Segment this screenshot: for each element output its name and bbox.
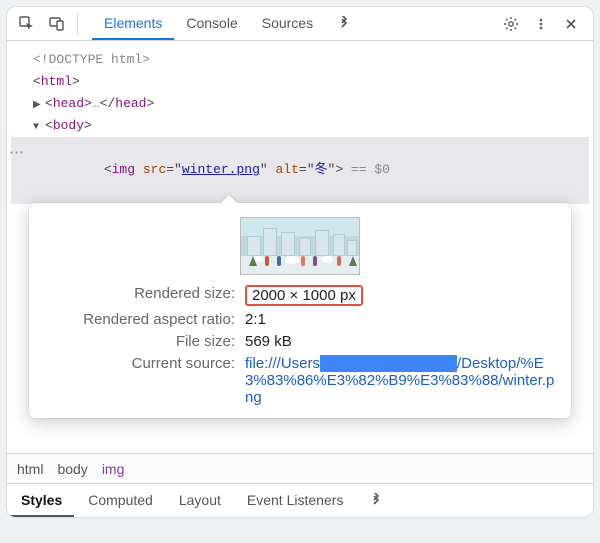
value-aspect-ratio: 2:1	[245, 311, 555, 328]
dom-tree[interactable]: <!DOCTYPE html> <html> ▶<head>…</head> ▼…	[7, 41, 593, 214]
breadcrumb: html body img	[7, 453, 593, 483]
divider	[77, 13, 78, 35]
value-current-source[interactable]: file:///Usersxxxxxxxxxxxxxxxxxx/Desktop/…	[245, 355, 555, 406]
styles-tabs: Styles Computed Layout Event Listeners	[7, 483, 593, 517]
device-toggle-icon[interactable]	[43, 10, 71, 38]
crumb-html[interactable]: html	[17, 461, 43, 477]
gear-icon[interactable]	[497, 10, 525, 38]
tabs-overflow-icon[interactable]	[325, 8, 363, 40]
body-open-node[interactable]: ▼<body>	[11, 115, 589, 137]
tab-layout[interactable]: Layout	[167, 484, 233, 517]
panel-tabs: Elements Console Sources	[92, 8, 495, 40]
head-node[interactable]: ▶<head>…</head>	[11, 93, 589, 115]
img-node-selected[interactable]: ⋯<img src="winter.png" alt="冬"> == $0	[11, 137, 589, 203]
expand-arrow-icon[interactable]: ▶	[33, 97, 41, 114]
image-info-popover: Rendered size: 2000 × 1000 px Rendered a…	[29, 203, 571, 418]
kebab-menu-icon[interactable]	[527, 10, 555, 38]
label-rendered-size: Rendered size:	[45, 285, 235, 306]
tab-styles[interactable]: Styles	[9, 484, 74, 517]
crumb-body[interactable]: body	[57, 461, 87, 477]
value-rendered-size: 2000 × 1000 px	[245, 285, 555, 306]
devtools-toolbar: Elements Console Sources	[7, 7, 593, 41]
close-icon[interactable]	[557, 10, 585, 38]
tab-computed[interactable]: Computed	[76, 484, 165, 517]
collapse-arrow-icon[interactable]: ▼	[33, 119, 39, 136]
image-thumbnail	[240, 217, 360, 275]
node-actions-icon[interactable]: ⋯	[9, 140, 25, 166]
inspect-element-icon[interactable]	[13, 10, 41, 38]
tab-console[interactable]: Console	[174, 8, 249, 40]
doctype-node[interactable]: <!DOCTYPE html>	[11, 49, 589, 71]
label-current-source: Current source:	[45, 355, 235, 406]
value-file-size: 569 kB	[245, 333, 555, 350]
html-open-node[interactable]: <html>	[11, 71, 589, 93]
label-file-size: File size:	[45, 333, 235, 350]
tab-event-listeners[interactable]: Event Listeners	[235, 484, 356, 517]
tab-elements[interactable]: Elements	[92, 8, 174, 40]
tab-sources[interactable]: Sources	[250, 8, 325, 40]
label-aspect-ratio: Rendered aspect ratio:	[45, 311, 235, 328]
bottom-tabs-overflow-icon[interactable]	[357, 484, 395, 517]
crumb-img[interactable]: img	[102, 461, 125, 477]
